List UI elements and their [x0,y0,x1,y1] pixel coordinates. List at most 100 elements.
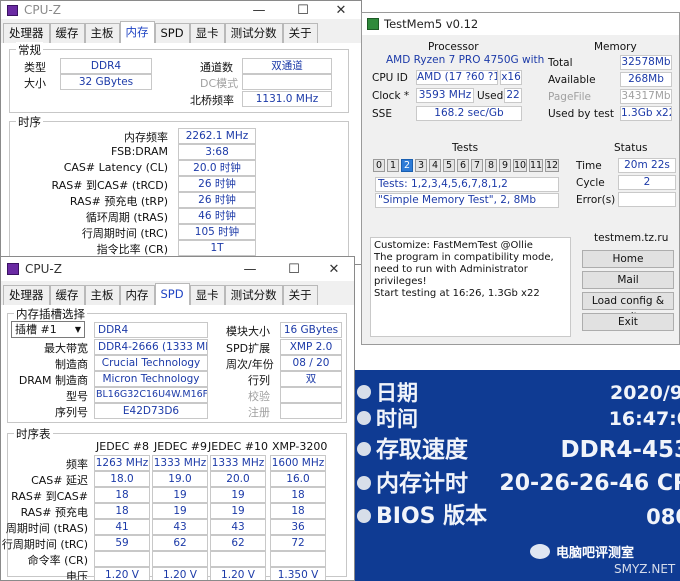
mail-button[interactable]: Mail [582,271,674,289]
tab-mainboard[interactable]: 主板 [84,23,120,43]
column-header: JEDEC #8 [96,440,150,453]
close-button[interactable]: ✕ [319,1,361,19]
week-year-value: 08 / 20 [280,355,342,371]
tab-about[interactable]: 关于 [282,23,318,43]
tab-about[interactable]: 关于 [282,285,318,305]
bios-value: 080 [646,505,680,529]
log-box: Customize: FastMemTest @Ollie The progra… [370,237,571,337]
home-button[interactable]: Home [582,250,674,268]
test-cell-active[interactable]: 2 [401,159,413,172]
exit-button[interactable]: Exit [582,313,674,331]
tab-memory[interactable]: 内存 [119,285,155,305]
tests-list: Tests: 1,2,3,4,5,6,7,8,1,2 [375,177,559,192]
tab-graphics[interactable]: 显卡 [189,285,225,305]
test-cell[interactable]: 3 [415,159,427,172]
pagefile-value: 34317Mb [620,89,672,104]
tab-bar: 处理器 缓存 主板 内存 SPD 显卡 测试分数 关于 [3,21,318,43]
row-label: RAS# 预充电 [20,506,88,519]
test-cell[interactable]: 9 [499,159,511,172]
memory-speed-icon [357,442,371,456]
tab-spd[interactable]: SPD [154,283,190,305]
clock-icon [357,411,371,425]
test-cell[interactable]: 0 [373,159,385,172]
test-cell[interactable]: 12 [545,159,559,172]
table-cell [94,551,150,567]
spd-ext-label: SPD扩展 [226,342,271,355]
test-cell[interactable]: 11 [529,159,543,172]
tab-memory[interactable]: 内存 [119,21,155,43]
table-cell [152,551,208,567]
channels-value: 双通道 [242,58,332,74]
table-cell: 1333 MHz [210,455,266,471]
timing-label: CAS# Latency (CL) [63,161,168,174]
row-label: 周期时间 (tRAS) [5,522,88,535]
test-cell[interactable]: 4 [429,159,441,172]
timing-label: RAS# 预充电 (tRP) [69,195,168,208]
column-header: JEDEC #10 [208,440,269,453]
max-bandwidth-label: 最大带宽 [44,342,88,355]
tab-cpu[interactable]: 处理器 [3,23,50,43]
test-cell[interactable]: 8 [485,159,497,172]
clock-label: Clock * [372,90,410,102]
tab-cache[interactable]: 缓存 [49,285,85,305]
test-cell[interactable]: 6 [457,159,469,172]
bios-icon [357,509,371,523]
time-value: 20m 22s [618,158,676,173]
test-cell[interactable]: 1 [387,159,399,172]
table-cell: 36 [270,519,326,535]
table-cell: 62 [152,535,208,551]
maximize-button[interactable]: ☐ [272,257,316,281]
timing-label: 内存频率 [124,131,168,144]
table-cell: 19 [152,503,208,519]
tab-cache[interactable]: 缓存 [49,23,85,43]
load-config-exit-button[interactable]: Load config & exit [582,292,674,323]
group-title: 时序表 [14,426,53,442]
minimize-button[interactable]: — [228,257,272,281]
close-button[interactable]: ✕ [312,257,354,281]
serial-label: 序列号 [55,406,88,419]
errors-label: Error(s) [576,194,616,206]
memory-panel: Memory Total 32578Mb Available 268Mb Pag… [542,39,678,129]
timings-group: 时序 内存频率 2262.1 MHz FSB:DRAM 3:68 CAS# La… [9,114,349,261]
table-cell: 18 [94,487,150,503]
test-cell[interactable]: 7 [471,159,483,172]
table-cell [270,551,326,567]
tab-graphics[interactable]: 显卡 [189,23,225,43]
tab-bench[interactable]: 测试分数 [224,285,283,305]
row-label: RAS# 到CAS# [11,490,88,503]
tests-title: Tests [452,142,479,154]
module-size-label: 模块大小 [226,325,270,338]
status-title: Status [614,142,648,154]
log-line: Start testing at 16:26, 1.3Gb x22 [374,288,540,299]
bios-value: 16:47:0 [608,408,680,430]
used-by-test-value: 1.3Gb x22 [620,106,672,121]
table-cell: 19 [210,503,266,519]
wechat-icon [530,544,550,559]
cycle-value: 2 [618,175,676,190]
group-title: 常规 [16,42,43,58]
timing-value: 46 时钟 [178,208,256,224]
general-group: 常规 类型 DDR4 大小 32 GBytes 通道数 双通道 DC模式 北桥频… [9,42,349,113]
time-label: Time [576,160,602,172]
tab-bench[interactable]: 测试分数 [224,23,283,43]
module-size-value: 16 GBytes [280,322,342,338]
tests-panel: Tests 0 1 2 3 4 5 6 7 8 9 10 11 12 Tests… [366,141,561,208]
serial-value: E42D73D6 [94,403,208,419]
tab-mainboard[interactable]: 主板 [84,285,120,305]
memory-title: Memory [594,41,637,53]
week-year-label: 周次/年份 [226,358,274,371]
slot-select[interactable]: 插槽 #1 ▼ [11,321,85,338]
table-cell: 20.0 [210,471,266,487]
minimize-button[interactable]: — [237,1,281,19]
test-cell[interactable]: 10 [513,159,527,172]
table-cell: 19.0 [152,471,208,487]
test-cell[interactable]: 5 [443,159,455,172]
type-value: DDR4 [60,58,152,74]
tab-cpu[interactable]: 处理器 [3,285,50,305]
table-cell: 16.0 [270,471,326,487]
tab-spd[interactable]: SPD [154,23,190,43]
timing-value: 1T [178,240,256,256]
cpuz-app-icon [7,4,18,16]
manufacturer-value: Crucial Technology [94,355,208,371]
timing-value: 3:68 [178,144,256,160]
